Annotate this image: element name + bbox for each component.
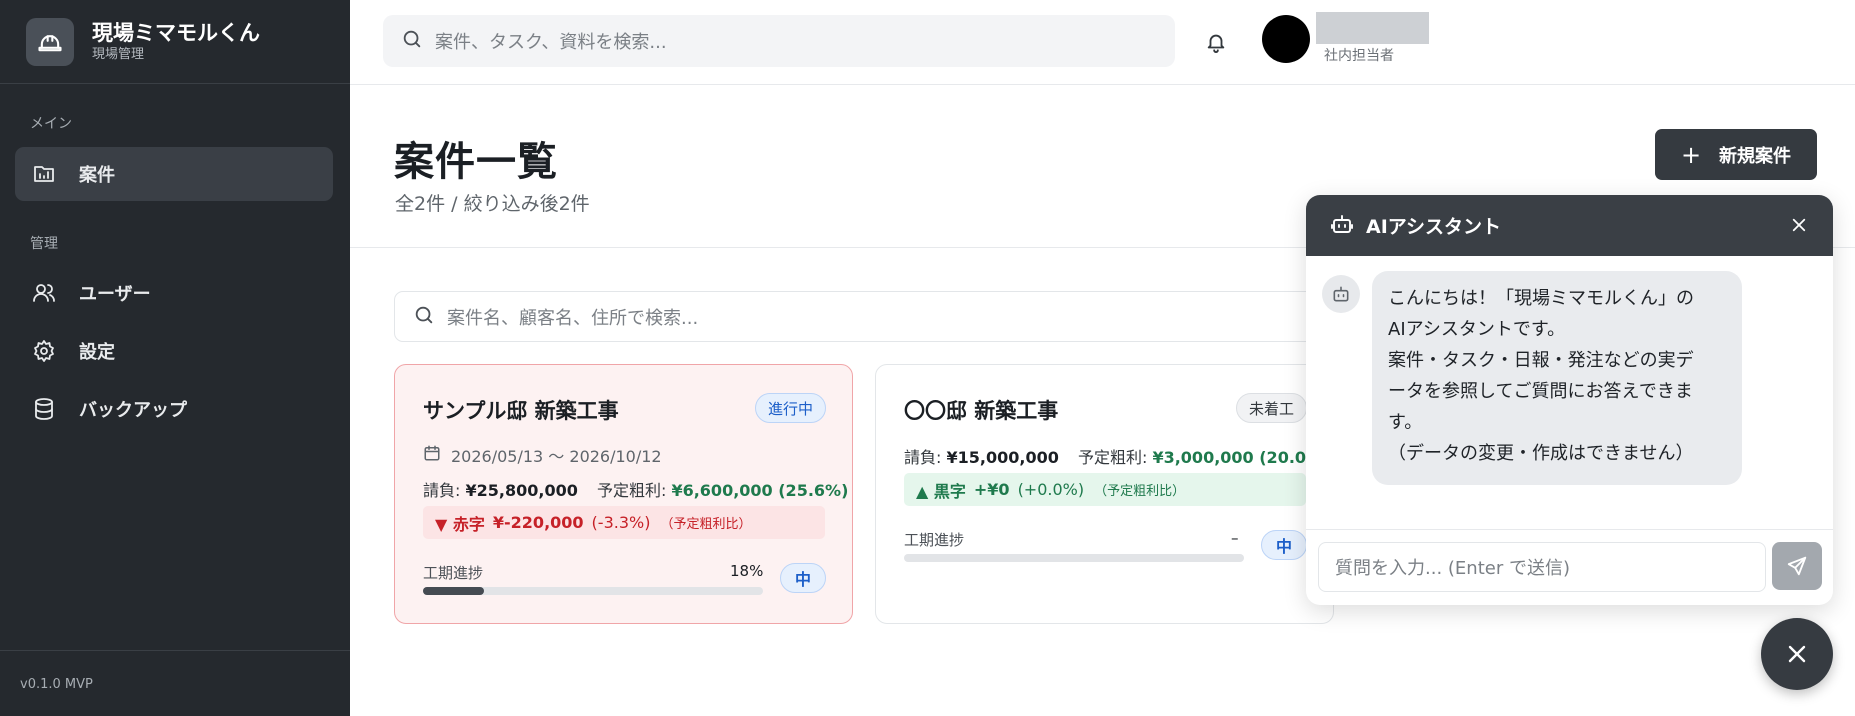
ai-panel-title: AIアシスタント: [1366, 216, 1502, 238]
new-project-button[interactable]: + 新規案件: [1655, 129, 1817, 180]
avatar[interactable]: [1262, 15, 1310, 63]
sidebar-item-backup[interactable]: バックアップ: [15, 382, 333, 436]
calendar-icon: [423, 444, 441, 466]
money-row: 請負: ¥15,000,000 予定粗利: ¥3,000,000 (20.0%): [904, 444, 1329, 468]
assistant-message: こんにちは！「現場ミマモルくん」の AIアシスタントです。 案件・タスク・日報・…: [1372, 271, 1742, 485]
profit-label: 予定粗利:: [596, 481, 667, 500]
sidebar-item-label: バックアップ: [79, 400, 187, 421]
search-icon: [401, 28, 423, 54]
gear-icon: [31, 338, 57, 364]
progress-percent: 18%: [730, 562, 764, 580]
project-title: 〇〇邸 新築工事: [904, 399, 1059, 423]
message-line: AIアシスタントです。: [1388, 319, 1566, 340]
search-placeholder: 案件、タスク、資料を検索...: [435, 32, 667, 53]
balance-pct: (+0.0%): [1017, 480, 1085, 499]
ai-toggle-close-button[interactable]: [1761, 618, 1833, 690]
contract-value: ¥15,000,000: [946, 448, 1059, 467]
ai-assistant-panel: AIアシスタント こんにちは！「現場ミマモルくん」の AIアシスタントです。 案…: [1306, 195, 1833, 605]
period-text: 2026/05/13 〜 2026/10/12: [451, 447, 662, 466]
project-period: 2026/05/13 〜 2026/10/12: [423, 443, 662, 467]
priority-badge: 中: [780, 563, 826, 593]
project-chart-icon: [31, 161, 57, 187]
progress-bar: [423, 587, 763, 595]
project-card[interactable]: サンプル邸 新築工事 進行中 2026/05/13 〜 2026/10/12 請…: [394, 364, 853, 624]
sidebar-item-label: ユーザー: [79, 284, 151, 305]
sidebar-item-settings[interactable]: 設定: [15, 324, 333, 378]
message-line: （データの変更・作成はできません）: [1388, 443, 1694, 464]
contract-label: 請負:: [904, 448, 942, 467]
balance-mark: ▲ 黒字: [916, 481, 966, 501]
sidebar-item-label: 案件: [79, 165, 115, 186]
message-line: 案件・タスク・日報・発注などの実デ: [1388, 350, 1694, 371]
send-button[interactable]: [1772, 542, 1822, 590]
balance-pct: (-3.3%): [591, 513, 651, 532]
version-label: v0.1.0 MVP: [0, 650, 350, 716]
topbar: 案件、タスク、資料を検索... 社内担当者: [350, 0, 1855, 85]
user-role: 社内担当者: [1324, 48, 1394, 64]
sidebar: 現場ミマモルくん 現場管理 メイン 案件 管理 ユーザー 設定 バックアップ v…: [0, 0, 350, 716]
status-badge: 進行中: [754, 393, 826, 423]
brand-subtitle: 現場管理: [92, 46, 145, 62]
bot-avatar-icon: [1322, 275, 1360, 313]
progress-label: 工期進捗: [423, 564, 484, 582]
message-line: す。: [1388, 412, 1423, 433]
progress-fill: [423, 587, 485, 595]
sidebar-item-label: 設定: [79, 342, 115, 363]
ai-question-input[interactable]: 質問を入力... (Enter で送信): [1318, 542, 1766, 592]
profit-value: ¥3,000,000 (20.0%): [1152, 448, 1330, 467]
balance-value: +¥0: [973, 480, 1010, 499]
users-icon: [31, 280, 57, 306]
hardhat-logo-icon: [26, 17, 74, 66]
balance-value: ¥-220,000: [492, 513, 584, 532]
bell-icon[interactable]: [1202, 28, 1230, 56]
ai-panel-header: AIアシスタント: [1306, 195, 1833, 256]
balance-box: ▲ 黒字 +¥0 (+0.0%) （予定粗利比）: [904, 473, 1306, 506]
money-row: 請負: ¥25,800,000 予定粗利: ¥6,600,000 (25.6%): [423, 477, 848, 501]
message-line: こんにちは！「現場ミマモルくん」の: [1388, 288, 1694, 309]
search-icon: [413, 304, 435, 330]
sidebar-item-users[interactable]: ユーザー: [15, 266, 333, 320]
balance-note: （予定粗利比）: [660, 517, 752, 532]
nav-section-main: メイン: [30, 116, 72, 132]
priority-badge: 中: [1261, 530, 1307, 560]
progress-percent: –: [1231, 529, 1239, 547]
profit-value: ¥6,600,000 (25.6%): [671, 481, 849, 500]
page-title: 案件一覧: [394, 139, 558, 185]
robot-icon: [1330, 212, 1354, 240]
search-placeholder: 案件名、顧客名、住所で検索...: [447, 307, 699, 329]
contract-label: 請負:: [423, 481, 461, 500]
progress-bar: [904, 554, 1244, 562]
profit-label: 予定粗利:: [1077, 448, 1148, 467]
project-card[interactable]: 〇〇邸 新築工事 未着工 請負: ¥15,000,000 予定粗利: ¥3,00…: [875, 364, 1334, 624]
brand-title: 現場ミマモルくん: [92, 20, 260, 45]
global-search-input[interactable]: 案件、タスク、資料を検索...: [383, 15, 1175, 67]
project-search-input[interactable]: 案件名、顧客名、住所で検索...: [394, 291, 1334, 342]
progress-label: 工期進捗: [904, 531, 965, 549]
ai-input-row: 質問を入力... (Enter で送信): [1306, 529, 1833, 605]
balance-box: ▼ 赤字 ¥-220,000 (-3.3%) （予定粗利比）: [423, 506, 825, 539]
status-badge: 未着工: [1235, 393, 1307, 423]
close-icon: [1788, 645, 1806, 663]
database-icon: [31, 396, 57, 422]
close-icon[interactable]: [1787, 213, 1811, 237]
result-count: 全2件 / 絞り込み後2件: [395, 193, 590, 215]
balance-note: （予定粗利比）: [1094, 484, 1186, 499]
message-line: ータを参照してご質問にお答えできま: [1388, 381, 1693, 402]
plus-icon: +: [1680, 140, 1702, 169]
contract-value: ¥25,800,000: [465, 481, 578, 500]
balance-mark: ▼ 赤字: [435, 514, 485, 534]
user-name-redacted: [1316, 12, 1429, 44]
nav-section-admin: 管理: [30, 236, 58, 252]
project-title: サンプル邸 新築工事: [423, 399, 619, 423]
sidebar-item-projects[interactable]: 案件: [15, 147, 333, 201]
brand[interactable]: 現場ミマモルくん 現場管理: [0, 0, 350, 84]
send-icon: [1787, 556, 1807, 576]
new-project-label: 新規案件: [1719, 145, 1792, 167]
